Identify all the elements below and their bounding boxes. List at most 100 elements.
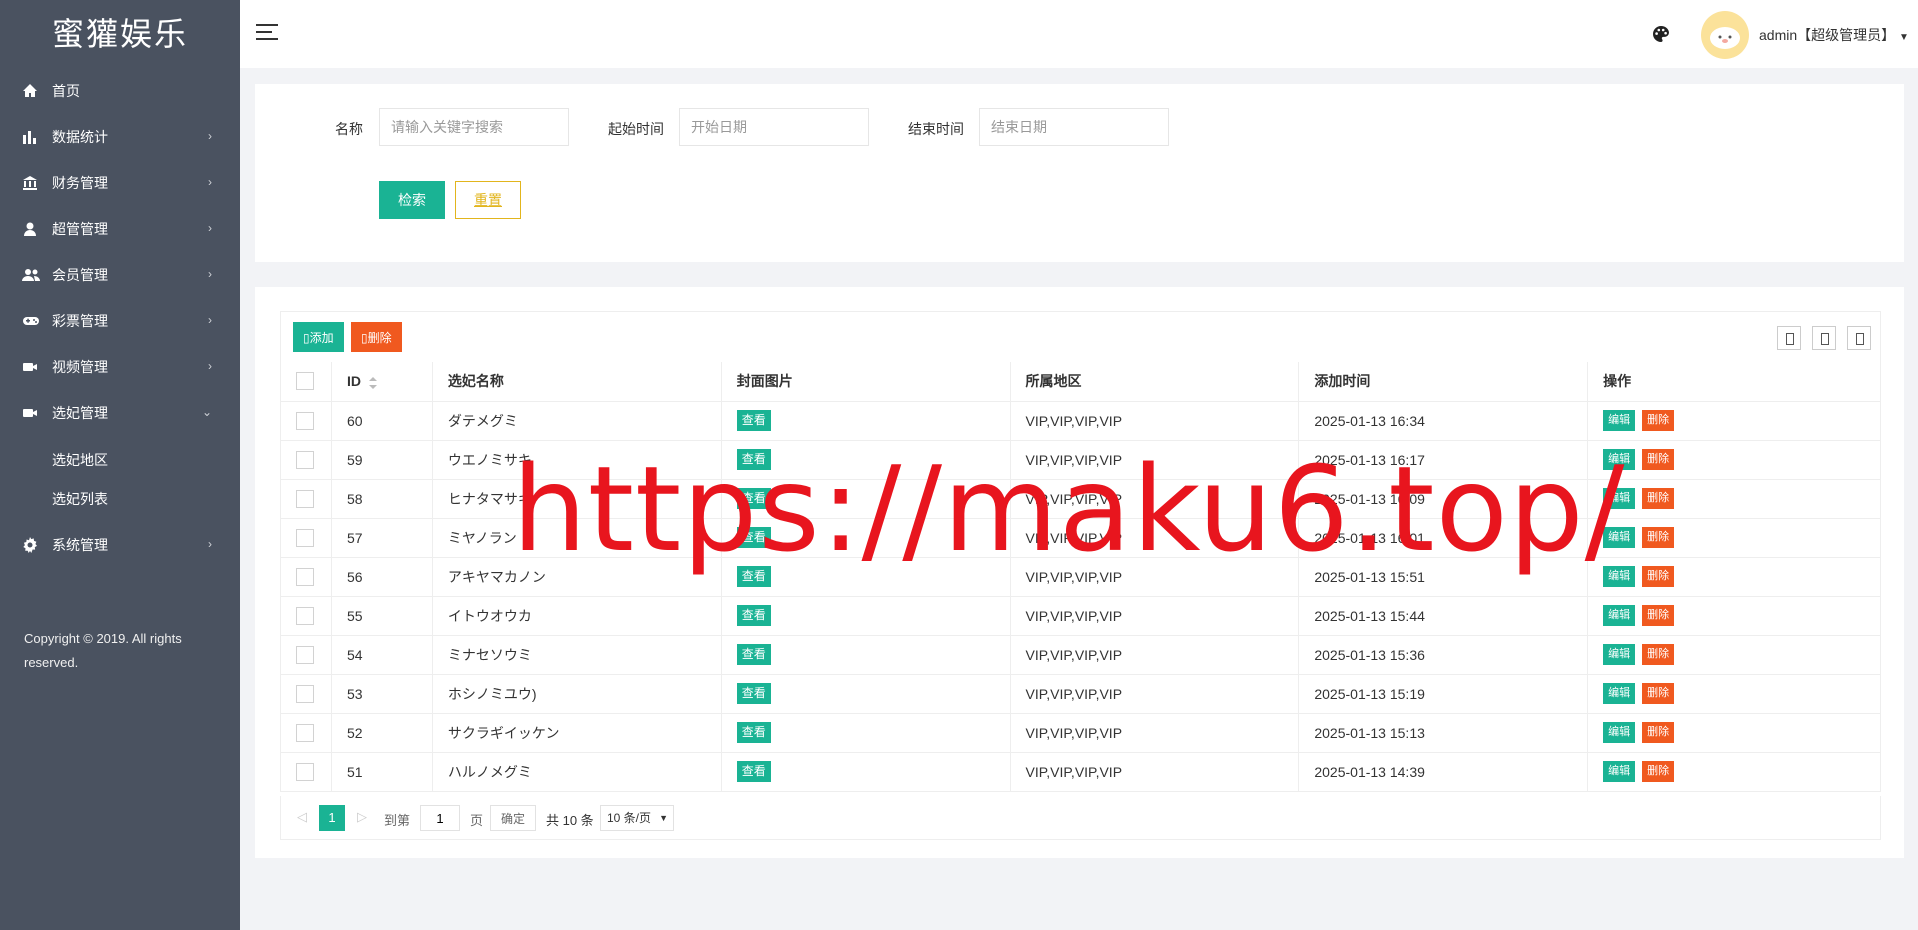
page-1-button[interactable]: 1 (319, 805, 345, 831)
sidebar-item-system[interactable]: 系统管理 › (0, 522, 240, 568)
sidebar-item-8[interactable]: 选妃管理 ⌄ (0, 390, 240, 436)
print-icon[interactable] (1847, 326, 1871, 350)
sidebar-item-label: 视频管理 (52, 359, 108, 375)
name-search-input[interactable] (379, 108, 569, 146)
delete-button[interactable]: 删除 (1642, 488, 1675, 509)
id-cell: 56 (331, 557, 433, 597)
row-checkbox[interactable] (296, 762, 314, 781)
edit-button[interactable]: 编辑 (1603, 566, 1636, 587)
row-checkbox[interactable] (296, 528, 314, 547)
name-cell: ヒナタマサキ (432, 479, 722, 519)
start-date-input[interactable] (679, 108, 869, 146)
view-cover-button[interactable]: 查看 (736, 605, 771, 626)
region-cell: VIP,VIP,VIP,VIP (1010, 479, 1300, 519)
export-icon[interactable] (1812, 326, 1836, 350)
time-cell: 2025-01-13 15:36 (1298, 635, 1589, 675)
sidebar-item-6[interactable]: 彩票管理 › (0, 298, 240, 344)
prev-page-icon[interactable]: ◁ (297, 809, 307, 825)
user-menu[interactable]: admin【超级管理员】 ▼ (1759, 25, 1909, 45)
col-header-region: 所属地区 (1010, 362, 1300, 402)
sidebar-subitem-2[interactable]: 选妃列表 (0, 479, 240, 518)
edit-button[interactable]: 编辑 (1603, 644, 1636, 665)
edit-button[interactable]: 编辑 (1603, 410, 1636, 431)
delete-button[interactable]: 删除 (1642, 410, 1675, 431)
edit-button[interactable]: 编辑 (1603, 488, 1636, 509)
col-header-id[interactable]: ID (331, 362, 433, 402)
cover-cell: 查看 (721, 713, 1011, 753)
delete-button[interactable]: 删除 (1642, 566, 1675, 587)
delete-button[interactable]: 删除 (1642, 449, 1675, 470)
delete-button[interactable]: 删除 (1642, 761, 1675, 782)
columns-filter-icon[interactable] (1777, 326, 1801, 350)
view-cover-button[interactable]: 查看 (736, 722, 771, 743)
confirm-page-button[interactable]: 确定 (490, 805, 536, 831)
view-cover-button[interactable]: 查看 (736, 566, 771, 587)
page-size-select[interactable]: 10 条/页 ▼ (600, 805, 674, 831)
data-table: ID 选妃名称 封面图片 所属地区 添加时间 操作 60 ダテメグミ 查看 VIP,V… (280, 362, 1881, 792)
batch-delete-button[interactable]: ▯删除 (351, 322, 402, 352)
view-cover-button[interactable]: 查看 (736, 527, 771, 548)
row-checkbox[interactable] (296, 723, 314, 742)
row-checkbox[interactable] (296, 645, 314, 664)
view-cover-button[interactable]: 查看 (736, 488, 771, 509)
delete-button[interactable]: 删除 (1642, 605, 1675, 626)
user-icon (22, 221, 38, 237)
actions-cell: 编辑 删除 (1587, 596, 1881, 636)
select-all-checkbox[interactable] (296, 372, 314, 391)
edit-button[interactable]: 编辑 (1603, 449, 1636, 470)
sidebar-item-3[interactable]: 财务管理 › (0, 160, 240, 206)
cover-cell: 查看 (721, 518, 1011, 558)
page-number-input[interactable] (420, 805, 460, 831)
delete-button[interactable]: 删除 (1642, 683, 1675, 704)
view-cover-button[interactable]: 查看 (736, 644, 771, 665)
search-button[interactable]: 检索 (379, 181, 445, 219)
sidebar-item-7[interactable]: 视频管理 › (0, 344, 240, 390)
time-cell: 2025-01-13 16:01 (1298, 518, 1589, 558)
id-cell: 55 (331, 596, 433, 636)
end-date-input[interactable] (979, 108, 1169, 146)
col-header-cover: 封面图片 (721, 362, 1011, 402)
delete-button[interactable]: 删除 (1642, 644, 1675, 665)
add-button[interactable]: ▯添加 (293, 322, 344, 352)
name-cell: ダテメグミ (432, 401, 722, 441)
row-checkbox[interactable] (296, 450, 314, 469)
sidebar-item-5[interactable]: 会员管理 › (0, 252, 240, 298)
view-cover-button[interactable]: 查看 (736, 410, 771, 431)
palette-icon[interactable] (1652, 25, 1670, 43)
row-checkbox[interactable] (296, 684, 314, 703)
view-cover-button[interactable]: 查看 (736, 449, 771, 470)
video-camera-icon (22, 359, 38, 375)
edit-button[interactable]: 编辑 (1603, 761, 1636, 782)
page-unit-label: 页 (470, 813, 484, 828)
region-cell: VIP,VIP,VIP,VIP (1010, 518, 1300, 558)
users-icon (22, 267, 40, 283)
row-checkbox[interactable] (296, 489, 314, 508)
sidebar-item-1[interactable]: 首页 (0, 68, 240, 114)
next-page-icon[interactable]: ▷ (357, 809, 367, 825)
row-checkbox[interactable] (296, 567, 314, 586)
edit-button[interactable]: 编辑 (1603, 683, 1636, 704)
region-cell: VIP,VIP,VIP,VIP (1010, 635, 1300, 675)
view-cover-button[interactable]: 查看 (736, 761, 771, 782)
sidebar-item-4[interactable]: 超管管理 › (0, 206, 240, 252)
reset-button[interactable]: 重置 (455, 181, 521, 219)
add-button-label: 添加 (309, 330, 334, 345)
caret-down-icon: ▼ (1899, 32, 1909, 43)
delete-button[interactable]: 删除 (1642, 527, 1675, 548)
id-cell: 58 (331, 479, 433, 519)
chevron-right-icon: › (208, 267, 212, 281)
menu-toggle-icon[interactable] (256, 24, 278, 42)
sidebar-item-2[interactable]: 数据统计 › (0, 114, 240, 160)
avatar[interactable] (1701, 11, 1749, 59)
edit-button[interactable]: 编辑 (1603, 605, 1636, 626)
sidebar-subitem-1[interactable]: 选妃地区 (0, 440, 240, 479)
trash-icon: ▯ (361, 330, 368, 345)
edit-button[interactable]: 编辑 (1603, 722, 1636, 743)
row-checkbox[interactable] (296, 411, 314, 430)
page-size-label: 10 条/页 (607, 811, 652, 825)
row-checkbox[interactable] (296, 606, 314, 625)
delete-button[interactable]: 删除 (1642, 722, 1675, 743)
sort-icon[interactable] (368, 376, 377, 389)
edit-button[interactable]: 编辑 (1603, 527, 1636, 548)
view-cover-button[interactable]: 查看 (736, 683, 771, 704)
